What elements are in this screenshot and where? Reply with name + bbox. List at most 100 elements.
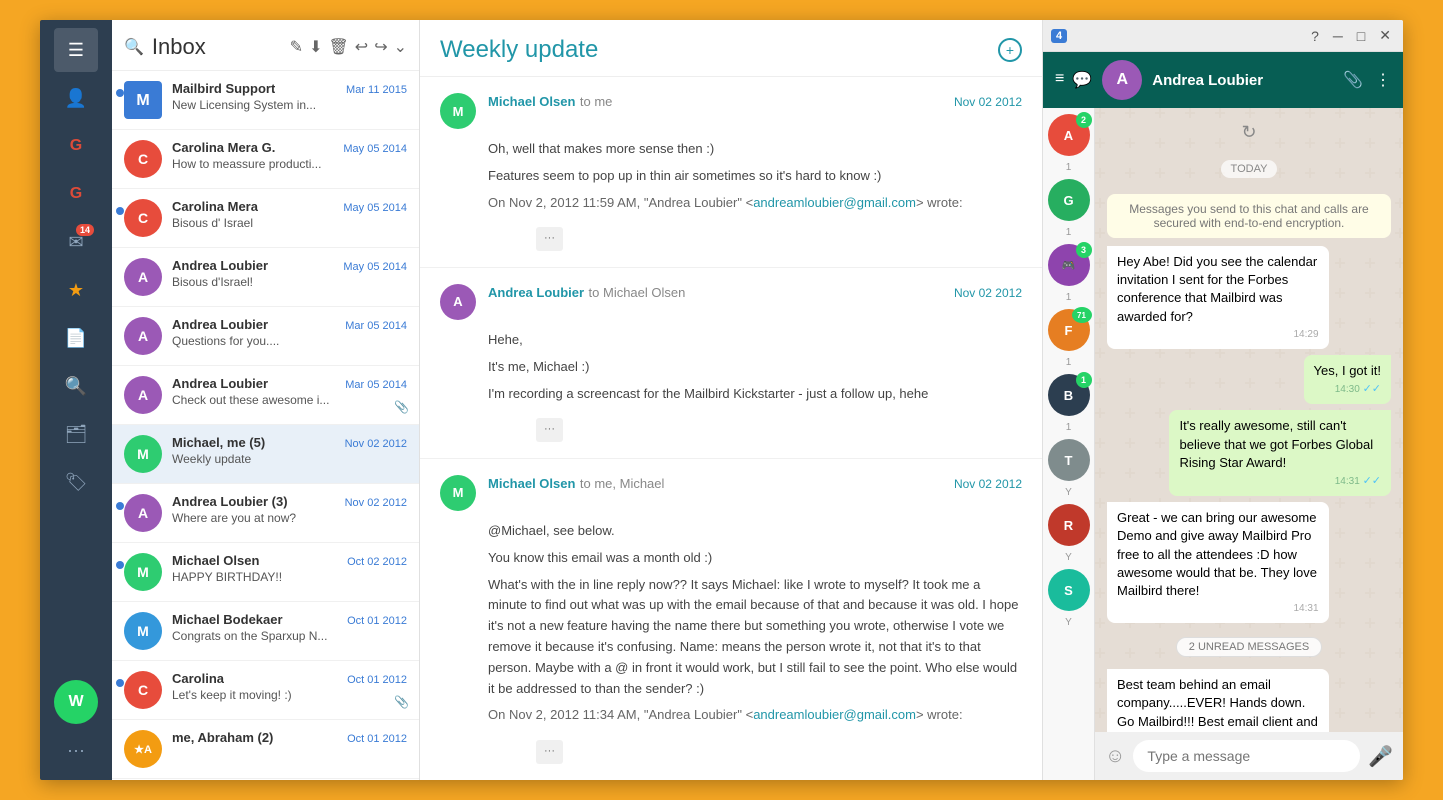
wa-close-btn[interactable]: ✕ bbox=[1375, 25, 1395, 46]
email-content: Andrea Loubier Mar 05 2014 Check out the… bbox=[172, 376, 407, 407]
email-subject: HAPPY BIRTHDAY!! bbox=[172, 570, 407, 584]
email-item[interactable]: C Carolina Oct 01 2012 Let's keep it mov… bbox=[112, 661, 419, 720]
google-icon: G bbox=[70, 137, 82, 155]
unread-dot bbox=[116, 502, 124, 510]
email-item[interactable]: M Michael Olsen Oct 02 2012 HAPPY BIRTHD… bbox=[112, 543, 419, 602]
email-subject: Bisous d'Israel! bbox=[172, 275, 407, 289]
msg-to: to me bbox=[580, 94, 613, 109]
sidebar-icon-notes[interactable]: 📄 bbox=[54, 316, 98, 360]
wa-emoji-button[interactable]: ☺ bbox=[1105, 745, 1125, 768]
wa-message-received: Hey Abe! Did you see the calendar invita… bbox=[1107, 246, 1329, 349]
wa-contact-item[interactable]: F 71 bbox=[1048, 309, 1090, 351]
google2-icon: G bbox=[70, 185, 82, 203]
email-date: Oct 01 2012 bbox=[347, 674, 407, 686]
wa-contact-item[interactable]: A 2 bbox=[1048, 114, 1090, 156]
wa-back-icon[interactable]: ≡ bbox=[1055, 70, 1064, 90]
wa-checkmarks: ✓✓ bbox=[1363, 383, 1381, 395]
wa-unread-count: Y bbox=[1065, 487, 1072, 498]
add-tab-button[interactable]: + bbox=[998, 38, 1022, 62]
download-icon[interactable]: ⬇ bbox=[309, 37, 322, 57]
wa-help-btn[interactable]: ? bbox=[1307, 26, 1323, 46]
attachment-icon: 📎 bbox=[394, 695, 409, 709]
wa-contact-item[interactable]: S bbox=[1048, 569, 1090, 611]
reply-icon[interactable]: ↩ bbox=[355, 37, 368, 57]
wa-titlebar: 4 ? ─ □ ✕ bbox=[1043, 20, 1403, 52]
dropdown-icon[interactable]: ⌄ bbox=[394, 37, 407, 57]
sidebar-icon-search[interactable]: 🔍 bbox=[54, 364, 98, 408]
email-item[interactable]: A Andrea Loubier May 05 2014 Bisous d'Is… bbox=[112, 248, 419, 307]
wa-left-icons: ≡ 💬 bbox=[1055, 70, 1092, 90]
wa-unread-divider: 2 UNREAD MESSAGES bbox=[1107, 637, 1391, 657]
wa-contact-item[interactable]: G bbox=[1048, 179, 1090, 221]
email-content: me, Abraham (2) Oct 01 2012 bbox=[172, 730, 407, 747]
email-detail-header: Weekly update + bbox=[420, 20, 1042, 77]
refresh-indicator: ↻ bbox=[1241, 122, 1256, 143]
sidebar-icon-google[interactable]: G bbox=[54, 124, 98, 168]
email-item[interactable]: M Michael Bodekaer Oct 01 2012 Congrats … bbox=[112, 602, 419, 661]
email-item[interactable]: A Andrea Loubier Mar 05 2014 Check out t… bbox=[112, 366, 419, 425]
sidebar-icon-whatsapp[interactable]: W bbox=[54, 680, 98, 724]
sidebar-icon-star[interactable]: ★ bbox=[54, 268, 98, 312]
tags-icon: 🏷 bbox=[65, 472, 88, 493]
email-list-panel: 🔍 Inbox ✎ ⬇ 🗑 ↩ ↪ ⌄ M Mailbird Suppor bbox=[112, 20, 420, 780]
wa-unread-count: Y bbox=[1065, 617, 1072, 628]
wa-contact-badge: 3 bbox=[1076, 242, 1092, 258]
unread-dot bbox=[116, 679, 124, 687]
email-content: Michael Bodekaer Oct 01 2012 Congrats on… bbox=[172, 612, 407, 643]
sidebar-icon-more[interactable]: ··· bbox=[54, 728, 98, 772]
delete-icon[interactable]: 🗑 bbox=[328, 37, 348, 57]
email-item-selected[interactable]: M Michael, me (5) Nov 02 2012 Weekly upd… bbox=[112, 425, 419, 484]
wa-encryption-notice: Messages you send to this chat and calls… bbox=[1107, 194, 1391, 238]
wa-unread-count: 1 bbox=[1066, 227, 1072, 238]
wa-unread-label: 2 UNREAD MESSAGES bbox=[1176, 637, 1322, 657]
avatar: C bbox=[124, 140, 162, 178]
email-item[interactable]: M Mailbird Support Mar 11 2015 New Licen… bbox=[112, 71, 419, 130]
wa-minimize-btn[interactable]: ─ bbox=[1329, 26, 1347, 46]
email-date: Mar 11 2015 bbox=[346, 84, 407, 96]
msg-date: Nov 02 2012 bbox=[954, 477, 1022, 491]
email-subject: How to meassure producti... bbox=[172, 157, 407, 171]
wa-contact-item[interactable]: T bbox=[1048, 439, 1090, 481]
email-date: Nov 02 2012 bbox=[345, 497, 407, 509]
sidebar-icon-briefcase[interactable]: 🗂 bbox=[54, 412, 98, 456]
email-content: Carolina Oct 01 2012 Let's keep it movin… bbox=[172, 671, 407, 702]
wa-contact-badge: 71 bbox=[1072, 307, 1092, 323]
sidebar-icon-google2[interactable]: G bbox=[54, 172, 98, 216]
wa-attach-icon[interactable]: 📎 bbox=[1343, 70, 1363, 90]
sidebar-icon-contacts[interactable]: 👤 bbox=[54, 76, 98, 120]
wa-maximize-btn[interactable]: □ bbox=[1353, 26, 1369, 46]
sidebar-icon-email[interactable]: ✉ 14 bbox=[54, 220, 98, 264]
email-sender: Andrea Loubier bbox=[172, 258, 268, 273]
wa-unread-count: 1 bbox=[1066, 422, 1072, 433]
email-date: Oct 01 2012 bbox=[347, 733, 407, 745]
email-item[interactable]: A Andrea Loubier (3) Nov 02 2012 Where a… bbox=[112, 484, 419, 543]
wa-contact-item[interactable]: B 1 bbox=[1048, 374, 1090, 416]
wa-unread-count: 1 bbox=[1066, 357, 1072, 368]
compose-icon[interactable]: ✎ bbox=[290, 37, 303, 57]
wa-message-text: Great - we can bring our awesome Demo an… bbox=[1117, 509, 1319, 600]
msg-header-info: Michael Olsen to me, Michael Nov 02 2012 bbox=[488, 475, 1022, 493]
email-subject: Let's keep it moving! :) bbox=[172, 688, 407, 702]
toolbar-icons: ✎ ⬇ 🗑 ↩ ↪ ⌄ bbox=[290, 37, 407, 57]
avatar: A bbox=[124, 376, 162, 414]
wa-contact-item[interactable]: 🎮 3 bbox=[1048, 244, 1090, 286]
wa-mic-button[interactable]: 🎤 bbox=[1368, 744, 1393, 769]
forward-icon[interactable]: ↪ bbox=[374, 37, 387, 57]
email-item[interactable]: ★A me, Abraham (2) Oct 01 2012 bbox=[112, 720, 419, 779]
email-sender: Carolina Mera G. bbox=[172, 140, 275, 155]
sidebar-icon-tags[interactable]: 🏷 bbox=[54, 460, 98, 504]
msg-header-info: Andrea Loubier to Michael Olsen Nov 02 2… bbox=[488, 284, 1022, 302]
sidebar-icon-menu[interactable]: ☰ bbox=[54, 28, 98, 72]
email-content: Michael, me (5) Nov 02 2012 Weekly updat… bbox=[172, 435, 407, 466]
wa-contact-item[interactable]: R bbox=[1048, 504, 1090, 546]
wa-chat-bg: ↻ TODAY Messages you send to this chat a… bbox=[1095, 108, 1403, 732]
email-item[interactable]: C Carolina Mera G. May 05 2014 How to me… bbox=[112, 130, 419, 189]
email-item[interactable]: A Andrea Loubier Mar 05 2014 Questions f… bbox=[112, 307, 419, 366]
wa-message-input[interactable] bbox=[1133, 740, 1360, 772]
briefcase-icon: 🗂 bbox=[65, 424, 88, 445]
search-icon-wrap[interactable]: 🔍 bbox=[124, 37, 144, 57]
email-item[interactable]: C Carolina Mera May 05 2014 Bisous d' Is… bbox=[112, 189, 419, 248]
wa-more-icon[interactable]: ⋮ bbox=[1375, 70, 1391, 90]
msg-body: Hehe, It's me, Michael :) I'm recording … bbox=[488, 330, 1022, 442]
wa-chat-icon[interactable]: 💬 bbox=[1072, 70, 1092, 90]
